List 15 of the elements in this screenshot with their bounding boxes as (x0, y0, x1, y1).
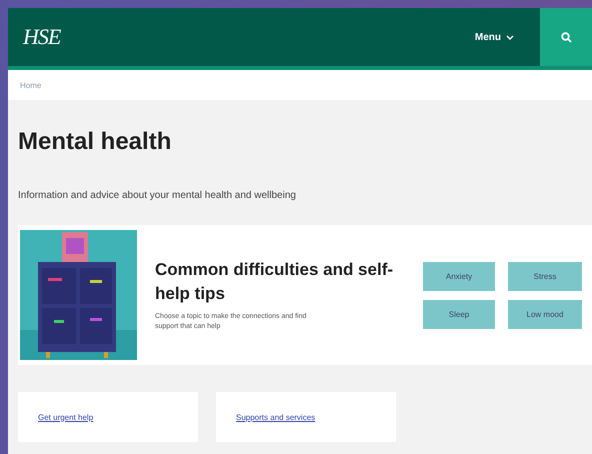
link[interactable]: Supports and services (236, 412, 316, 422)
link[interactable]: Get urgent help (38, 412, 94, 422)
topic-button[interactable]: Anxiety (423, 262, 495, 290)
site-logo[interactable]: HSE (23, 24, 60, 50)
topic-button[interactable]: Low mood (508, 300, 582, 328)
chevron-down-icon (506, 34, 514, 40)
breadcrumb-link[interactable]: Home (20, 80, 42, 90)
menu-button[interactable]: Menu (470, 28, 518, 46)
topic-button[interactable]: Sleep (423, 300, 495, 328)
search-icon (560, 32, 572, 42)
card-heading: Common difficulties and self-help tips (155, 259, 394, 305)
search-button[interactable] (540, 8, 592, 66)
page-title: Mental health (18, 128, 172, 156)
topic-button[interactable]: Stress (508, 262, 582, 290)
intro-text: Information and advice about your mental health and wellbeing (18, 190, 297, 201)
